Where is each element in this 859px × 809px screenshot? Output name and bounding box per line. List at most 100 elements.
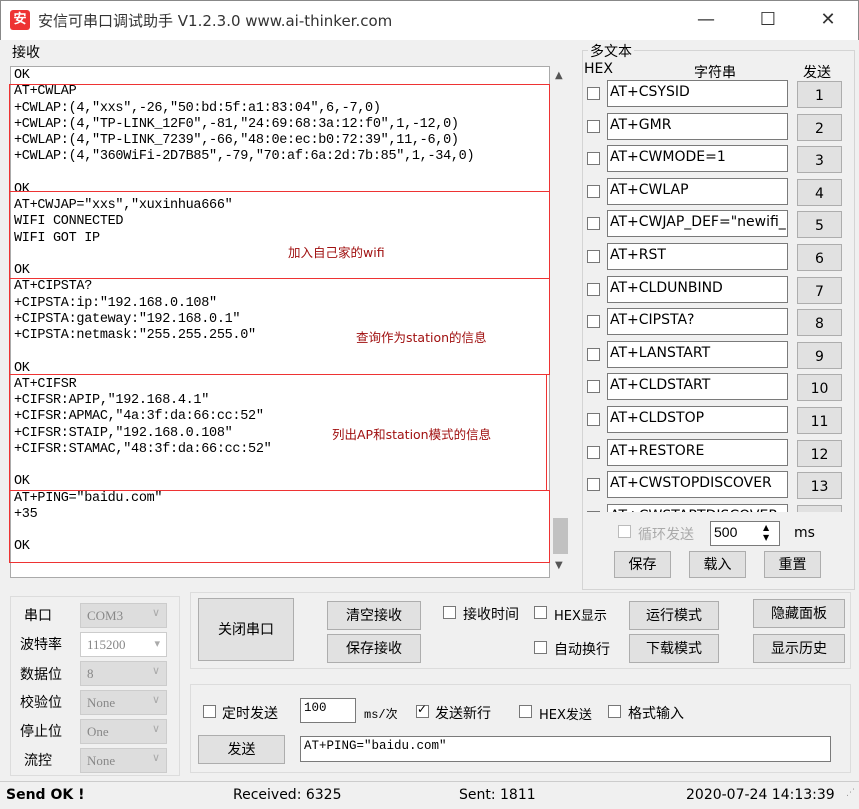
send-row-button[interactable]: 10	[797, 374, 842, 402]
close-port-button[interactable]: 关闭串口	[198, 598, 294, 661]
chevron-down-icon: ∨	[151, 665, 160, 677]
loop-send-label: 循环发送	[638, 527, 694, 543]
timed-send-checkbox[interactable]	[203, 705, 216, 718]
command-input[interactable]: AT+CLDSTOP	[607, 406, 788, 433]
stop-bits-select[interactable]: One ∨	[80, 719, 167, 744]
hex-checkbox[interactable]	[587, 510, 600, 512]
chevron-down-icon: ∨	[151, 694, 160, 706]
loop-send-checkbox[interactable]	[618, 525, 631, 538]
hex-display-checkbox[interactable]	[534, 606, 547, 619]
clear-receive-button[interactable]: 清空接收	[327, 601, 421, 630]
chevron-down-icon: ∨	[151, 607, 160, 619]
flow-control-label: 流控	[24, 753, 52, 769]
command-input[interactable]: AT+CWSTARTDISCOVER=	[607, 503, 788, 512]
multi-row: AT+CWSTARTDISCOVER= 14	[587, 503, 847, 512]
send-row-button[interactable]: 12	[797, 439, 842, 467]
command-input[interactable]: AT+CLDSTART	[607, 373, 788, 401]
interval-spinner-icon[interactable]: ▲ ▼	[763, 523, 769, 543]
resize-grip-icon[interactable]: ⋰	[846, 788, 855, 798]
send-row-button[interactable]: 5	[797, 211, 842, 239]
parity-select[interactable]: None ∨	[80, 690, 167, 715]
hex-checkbox[interactable]	[587, 347, 600, 361]
period-input[interactable]: 100	[300, 698, 356, 723]
sent-count: Sent: 1811	[459, 787, 536, 803]
multi-row: AT+CIPSTA? 8	[587, 308, 847, 337]
command-input[interactable]: AT+CWLAP	[607, 177, 788, 205]
hex-send-label: HEX发送	[539, 708, 592, 723]
flow-control-select[interactable]: None ∨	[80, 748, 167, 773]
run-mode-button[interactable]: 运行模式	[629, 601, 719, 630]
save-multi-button[interactable]: 保存	[614, 551, 671, 578]
data-bits-select[interactable]: 8 ∨	[80, 661, 167, 686]
parity-label: 校验位	[20, 695, 62, 711]
received-count: Received: 6325	[233, 787, 342, 803]
hex-checkbox[interactable]	[587, 119, 600, 133]
stop-bits-label: 停止位	[20, 724, 62, 740]
multi-row: AT+CLDSTOP 11	[587, 406, 847, 434]
period-value: 100	[304, 701, 327, 715]
save-receive-button[interactable]: 保存接收	[327, 634, 421, 663]
auto-wrap-checkbox[interactable]	[534, 641, 547, 654]
scroll-thumb[interactable]	[553, 518, 568, 554]
send-button[interactable]: 发送	[198, 735, 285, 764]
hex-checkbox[interactable]	[587, 478, 600, 492]
command-input[interactable]: AT+RESTORE	[607, 438, 788, 466]
send-row-button[interactable]: 8	[797, 309, 842, 337]
command-input[interactable]: AT+CIPSTA?	[607, 308, 788, 336]
show-history-button[interactable]: 显示历史	[753, 634, 845, 663]
data-bits-value: 8	[87, 666, 94, 681]
hex-checkbox[interactable]	[587, 87, 600, 100]
send-row-button[interactable]: 4	[797, 178, 842, 206]
loop-interval-value: 500	[714, 524, 738, 540]
send-row-button[interactable]: 14	[797, 504, 842, 512]
data-bits-label: 数据位	[20, 667, 62, 683]
chevron-down-icon: ∨	[151, 752, 160, 764]
command-input[interactable]: AT+CLDUNBIND	[607, 275, 788, 303]
send-newline-checkbox[interactable]	[416, 702, 429, 718]
hex-checkbox[interactable]	[587, 380, 600, 394]
send-input-value: AT+PING="baidu.com"	[304, 739, 447, 753]
load-multi-button[interactable]: 载入	[689, 551, 746, 578]
hex-checkbox[interactable]	[587, 413, 600, 426]
multi-row: AT+RESTORE 12	[587, 438, 847, 467]
command-input[interactable]: AT+CWJAP_DEF="newifi_	[607, 210, 788, 238]
datetime: 2020-07-24 14:13:39	[686, 787, 835, 803]
send-row-button[interactable]: 3	[797, 146, 842, 174]
send-input[interactable]: AT+PING="baidu.com"	[300, 736, 831, 762]
send-row-button[interactable]: 9	[797, 341, 842, 369]
format-input-checkbox[interactable]	[608, 705, 621, 718]
loop-interval-input[interactable]: 500	[710, 521, 780, 546]
command-input[interactable]: AT+GMR	[607, 112, 788, 140]
send-row-button[interactable]: 6	[797, 244, 842, 271]
send-row-button[interactable]: 7	[797, 276, 842, 304]
receive-time-checkbox[interactable]	[443, 606, 456, 619]
hex-checkbox[interactable]	[587, 217, 600, 231]
command-input[interactable]: AT+RST	[607, 243, 788, 270]
dropdown-arrow-icon: ▾	[154, 638, 160, 650]
send-row-button[interactable]: 11	[797, 407, 842, 434]
command-input[interactable]: AT+CSYSID	[607, 80, 788, 107]
send-row-button[interactable]: 1	[797, 81, 842, 108]
hex-checkbox[interactable]	[587, 250, 600, 263]
send-row-button[interactable]: 2	[797, 113, 842, 141]
command-input[interactable]: AT+LANSTART	[607, 340, 788, 368]
command-input[interactable]: AT+CWMODE=1	[607, 145, 788, 173]
stop-bits-value: One	[87, 724, 109, 739]
flow-control-value: None	[87, 753, 116, 768]
download-mode-button[interactable]: 下载模式	[629, 634, 719, 663]
hex-checkbox[interactable]	[587, 152, 600, 166]
hex-checkbox[interactable]	[587, 315, 600, 329]
hide-panel-button[interactable]: 隐藏面板	[753, 599, 845, 628]
scroll-down-icon[interactable]: ▼	[555, 560, 563, 571]
hex-checkbox[interactable]	[587, 445, 600, 459]
multi-row: AT+GMR 2	[587, 112, 847, 141]
baud-select[interactable]: 115200 ▾	[80, 632, 167, 657]
hex-checkbox[interactable]	[587, 282, 600, 296]
command-input[interactable]: AT+CWSTOPDISCOVER	[607, 471, 788, 499]
reset-multi-button[interactable]: 重置	[764, 551, 821, 578]
port-select[interactable]: COM3 ∨	[80, 603, 167, 628]
auto-wrap-label: 自动换行	[554, 642, 610, 658]
hex-checkbox[interactable]	[587, 184, 600, 198]
hex-send-checkbox[interactable]	[519, 705, 532, 718]
send-row-button[interactable]: 13	[797, 472, 842, 500]
